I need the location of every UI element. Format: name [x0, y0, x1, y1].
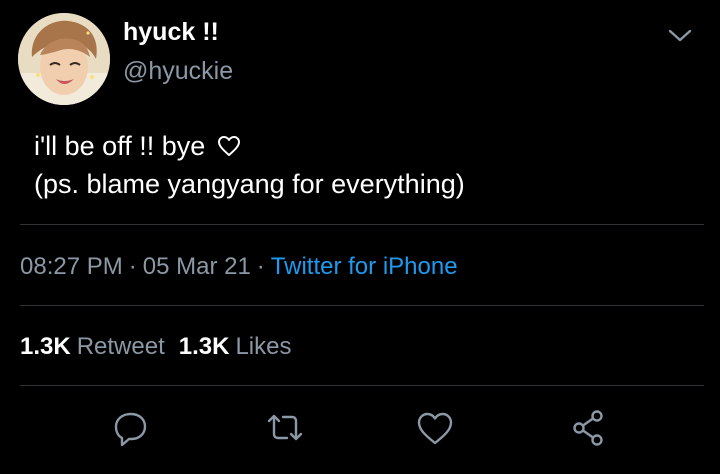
- retweet-icon: [267, 414, 303, 441]
- divider: [20, 305, 704, 306]
- heart-outline-icon: [217, 130, 241, 166]
- like-button[interactable]: [414, 407, 456, 449]
- user-handle[interactable]: @hyuckie: [123, 55, 233, 87]
- tweet-text-line-2: (ps. blame yangyang for everything): [34, 169, 465, 199]
- display-name[interactable]: hyuck !!: [123, 16, 219, 48]
- likes-label: Likes: [235, 333, 292, 360]
- tweet-stats: 1.3K Retweet 1.3K Likes: [20, 331, 291, 363]
- profile-photo: [18, 13, 110, 105]
- reply-icon: [114, 412, 147, 447]
- meta-separator: ·: [256, 253, 265, 280]
- avatar[interactable]: [18, 13, 110, 105]
- share-icon: [573, 410, 603, 446]
- retweets-label: Retweet: [76, 333, 165, 360]
- tweet-text-line-1: i'll be off !! bye: [34, 131, 206, 161]
- share-button[interactable]: [568, 407, 610, 449]
- retweet-button[interactable]: [264, 407, 306, 449]
- like-icon: [417, 412, 453, 445]
- likes-stat[interactable]: 1.3K Likes: [179, 333, 292, 360]
- reply-button[interactable]: [110, 407, 152, 449]
- divider: [20, 224, 704, 225]
- tweet-text: i'll be off !! bye (ps. blame yangyang f…: [34, 128, 694, 202]
- tweet-text-line: i'll be off !! bye: [34, 128, 694, 166]
- tweet-source-link[interactable]: Twitter for iPhone: [271, 253, 458, 280]
- tweet-date[interactable]: 05 Mar 21: [143, 253, 251, 280]
- tweet-meta: 08:27 PM · 05 Mar 21 · Twitter for iPhone: [20, 251, 458, 283]
- likes-count: 1.3K: [178, 333, 230, 360]
- more-options-button[interactable]: [663, 22, 697, 48]
- tweet-time[interactable]: 08:27 PM: [20, 253, 123, 280]
- retweets-stat[interactable]: 1.3K Retweet: [20, 333, 165, 360]
- chevron-down-icon: [668, 29, 692, 42]
- meta-separator: ·: [128, 253, 137, 280]
- retweets-count: 1.3K: [20, 333, 71, 360]
- divider: [20, 385, 704, 386]
